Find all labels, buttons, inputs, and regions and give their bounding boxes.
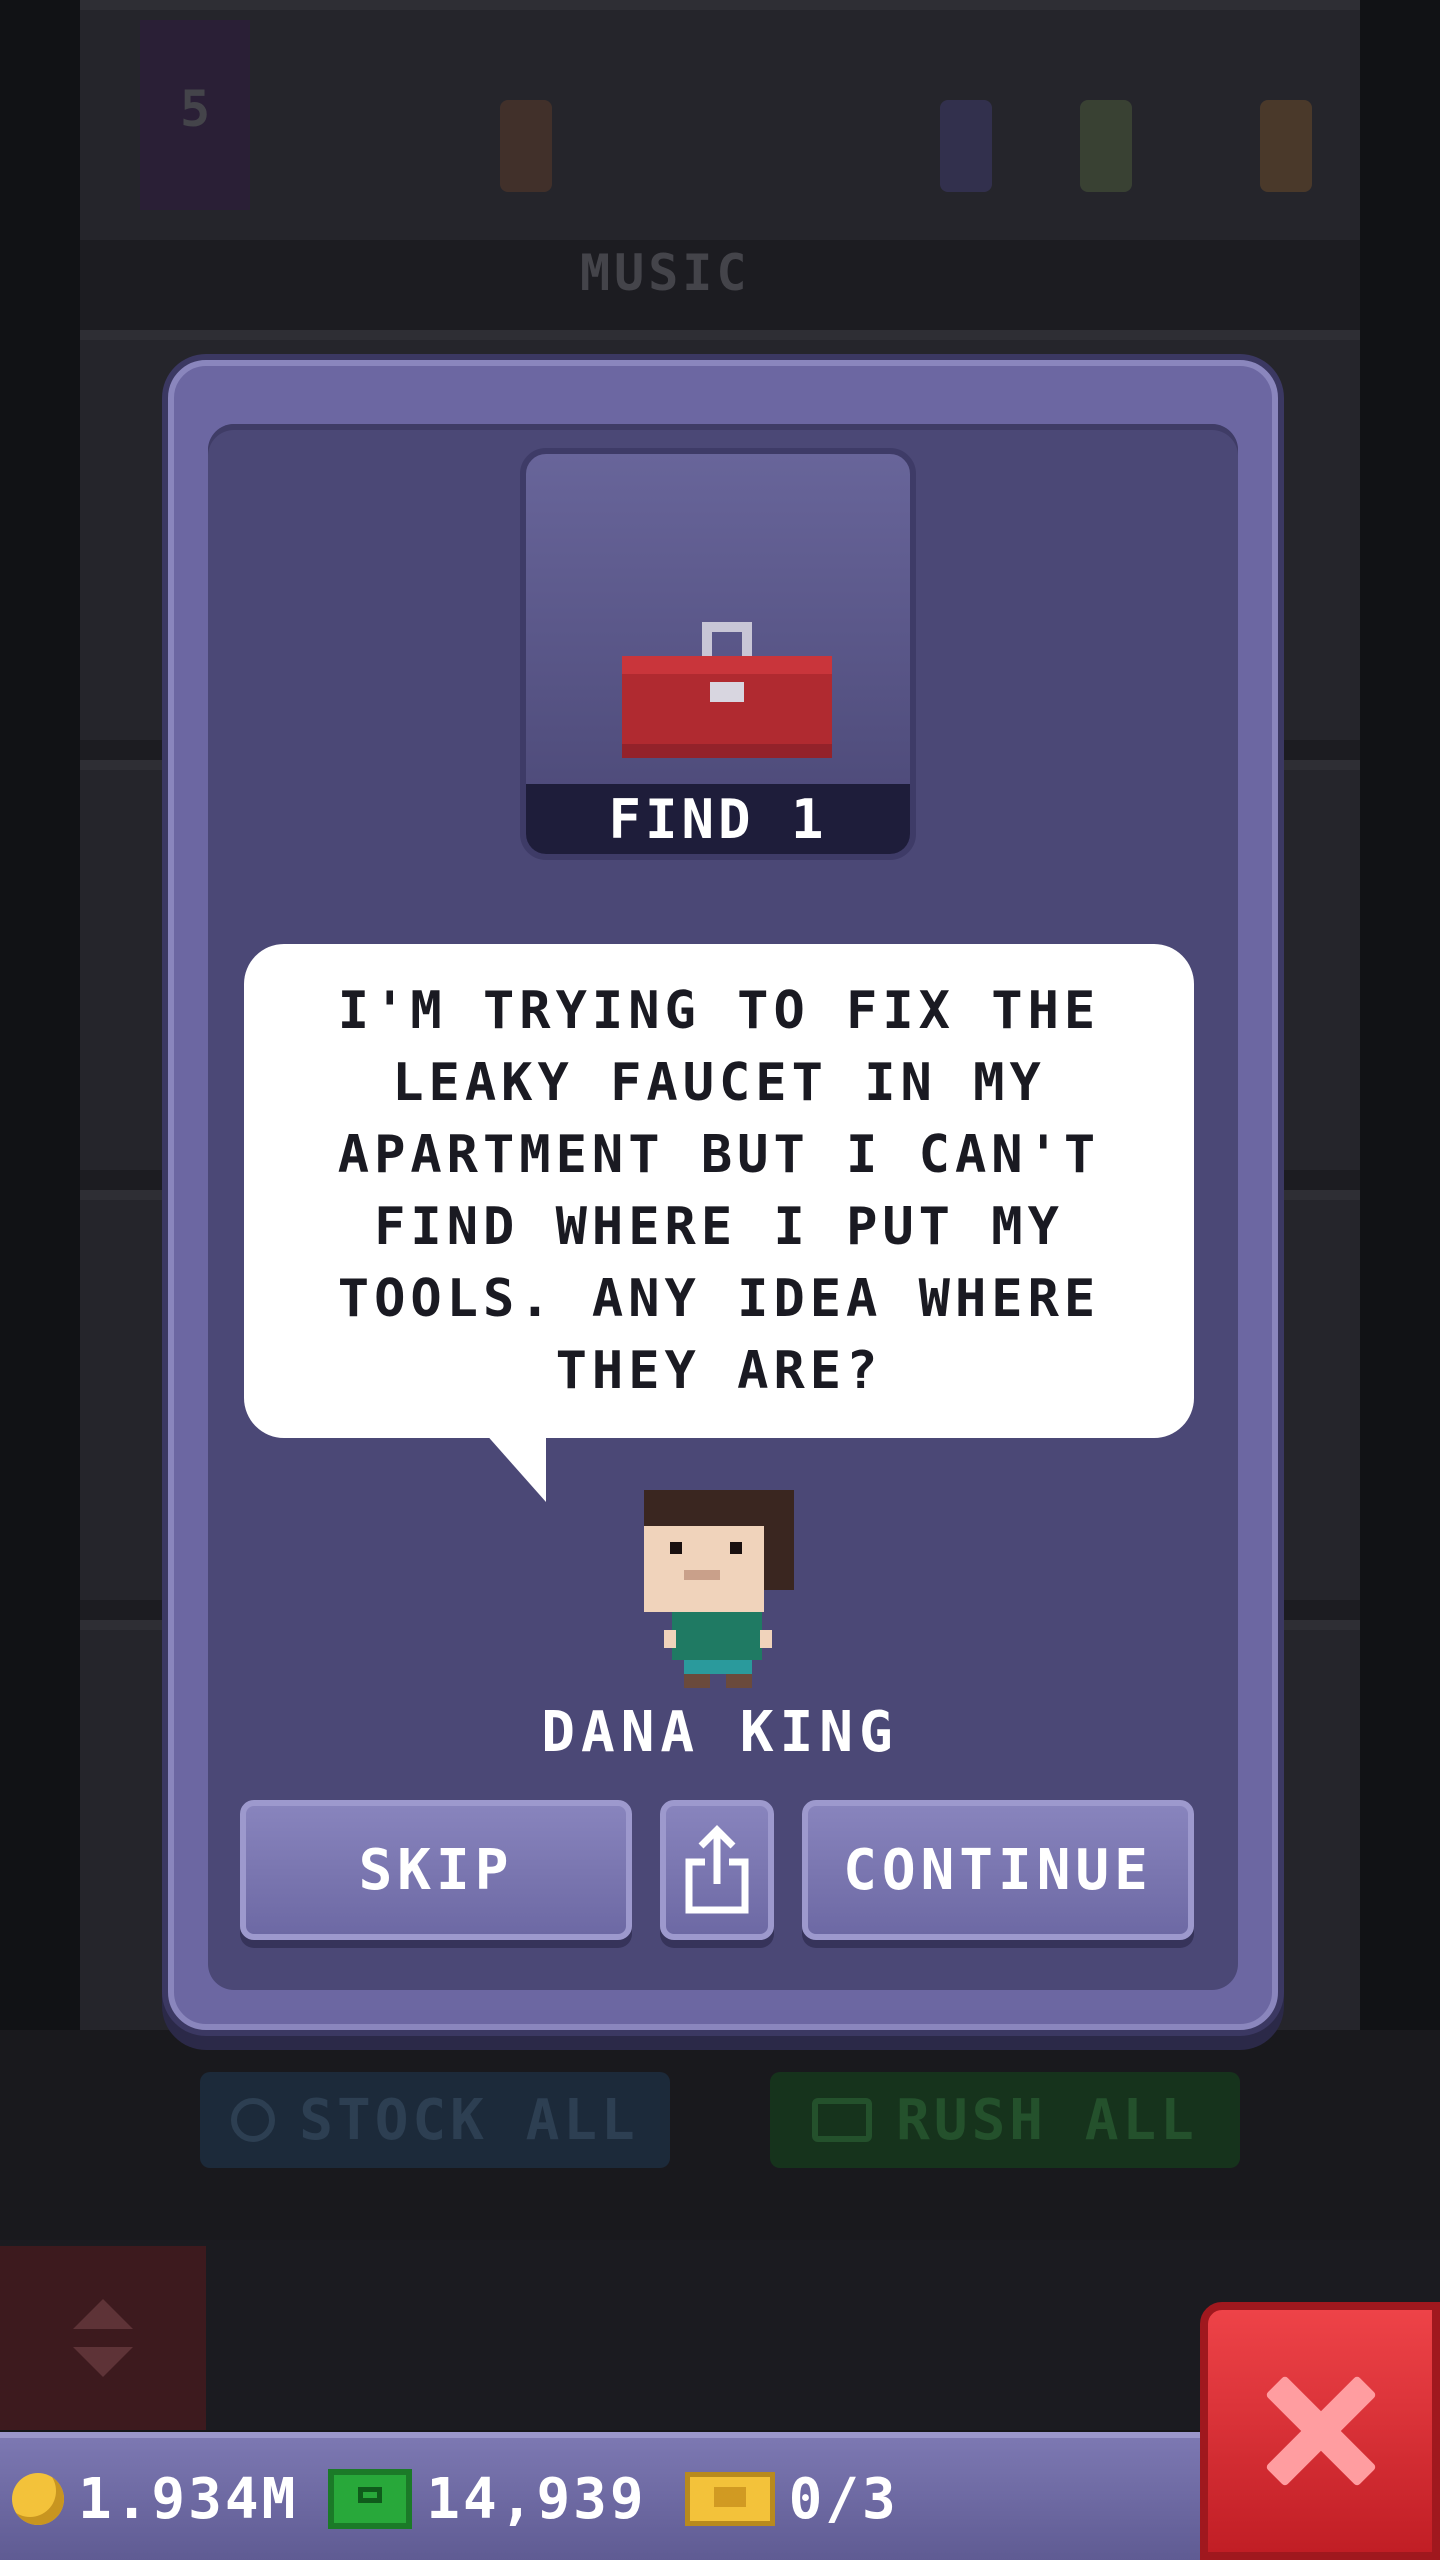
shirt [672, 1612, 762, 1660]
speech-bubble: I'M TRYING TO FIX THE LEAKY FAUCET IN MY… [244, 944, 1194, 1438]
face [644, 1526, 764, 1612]
toolbox-handle [702, 622, 752, 658]
skip-label: SKIP [358, 1837, 514, 1903]
coins-counter[interactable]: 1.934M [0, 2467, 298, 2532]
skip-button[interactable]: SKIP [240, 1800, 632, 1940]
eye [670, 1542, 682, 1554]
tickets-counter[interactable]: 0/3 [684, 2466, 899, 2532]
hair [764, 1510, 794, 1590]
hand [760, 1630, 772, 1648]
close-button[interactable] [1200, 2302, 1440, 2560]
bux-value: 14,939 [426, 2466, 647, 2532]
mouth [684, 1570, 720, 1580]
bux-counter[interactable]: 14,939 [328, 2467, 646, 2532]
coin-icon [12, 2473, 64, 2525]
coins-value: 1.934M [78, 2466, 299, 2532]
toolbox-icon [622, 622, 832, 758]
dialog-text: I'M TRYING TO FIX THE LEAKY FAUCET IN MY… [337, 981, 1101, 1401]
pants [684, 1660, 752, 1674]
mission-label: FIND 1 [526, 784, 910, 854]
shoe [726, 1674, 752, 1688]
share-icon [685, 1825, 749, 1914]
continue-label: CONTINUE [843, 1837, 1153, 1903]
hand [664, 1630, 676, 1648]
character-name: DANA KING [541, 1700, 899, 1765]
tickets-value: 0/3 [788, 2466, 899, 2532]
toolbox-latch [710, 682, 744, 702]
continue-button[interactable]: CONTINUE [802, 1800, 1194, 1940]
close-icon [1265, 2376, 1375, 2486]
toolbox-body [622, 656, 832, 758]
resource-bar: 1.934M 14,939 0/3 [0, 2432, 1210, 2560]
eye [730, 1542, 742, 1554]
speech-bubble-tail [484, 1432, 546, 1502]
golden-ticket-icon [684, 2472, 775, 2526]
bux-icon [328, 2469, 413, 2529]
shoe [684, 1674, 710, 1688]
mission-card: FIND 1 [520, 448, 916, 860]
share-button[interactable] [660, 1800, 774, 1940]
character-avatar [644, 1490, 794, 1690]
modal-overlay: FIND 1 I'M TRYING TO FIX THE LEAKY FAUCE… [0, 0, 1440, 2560]
